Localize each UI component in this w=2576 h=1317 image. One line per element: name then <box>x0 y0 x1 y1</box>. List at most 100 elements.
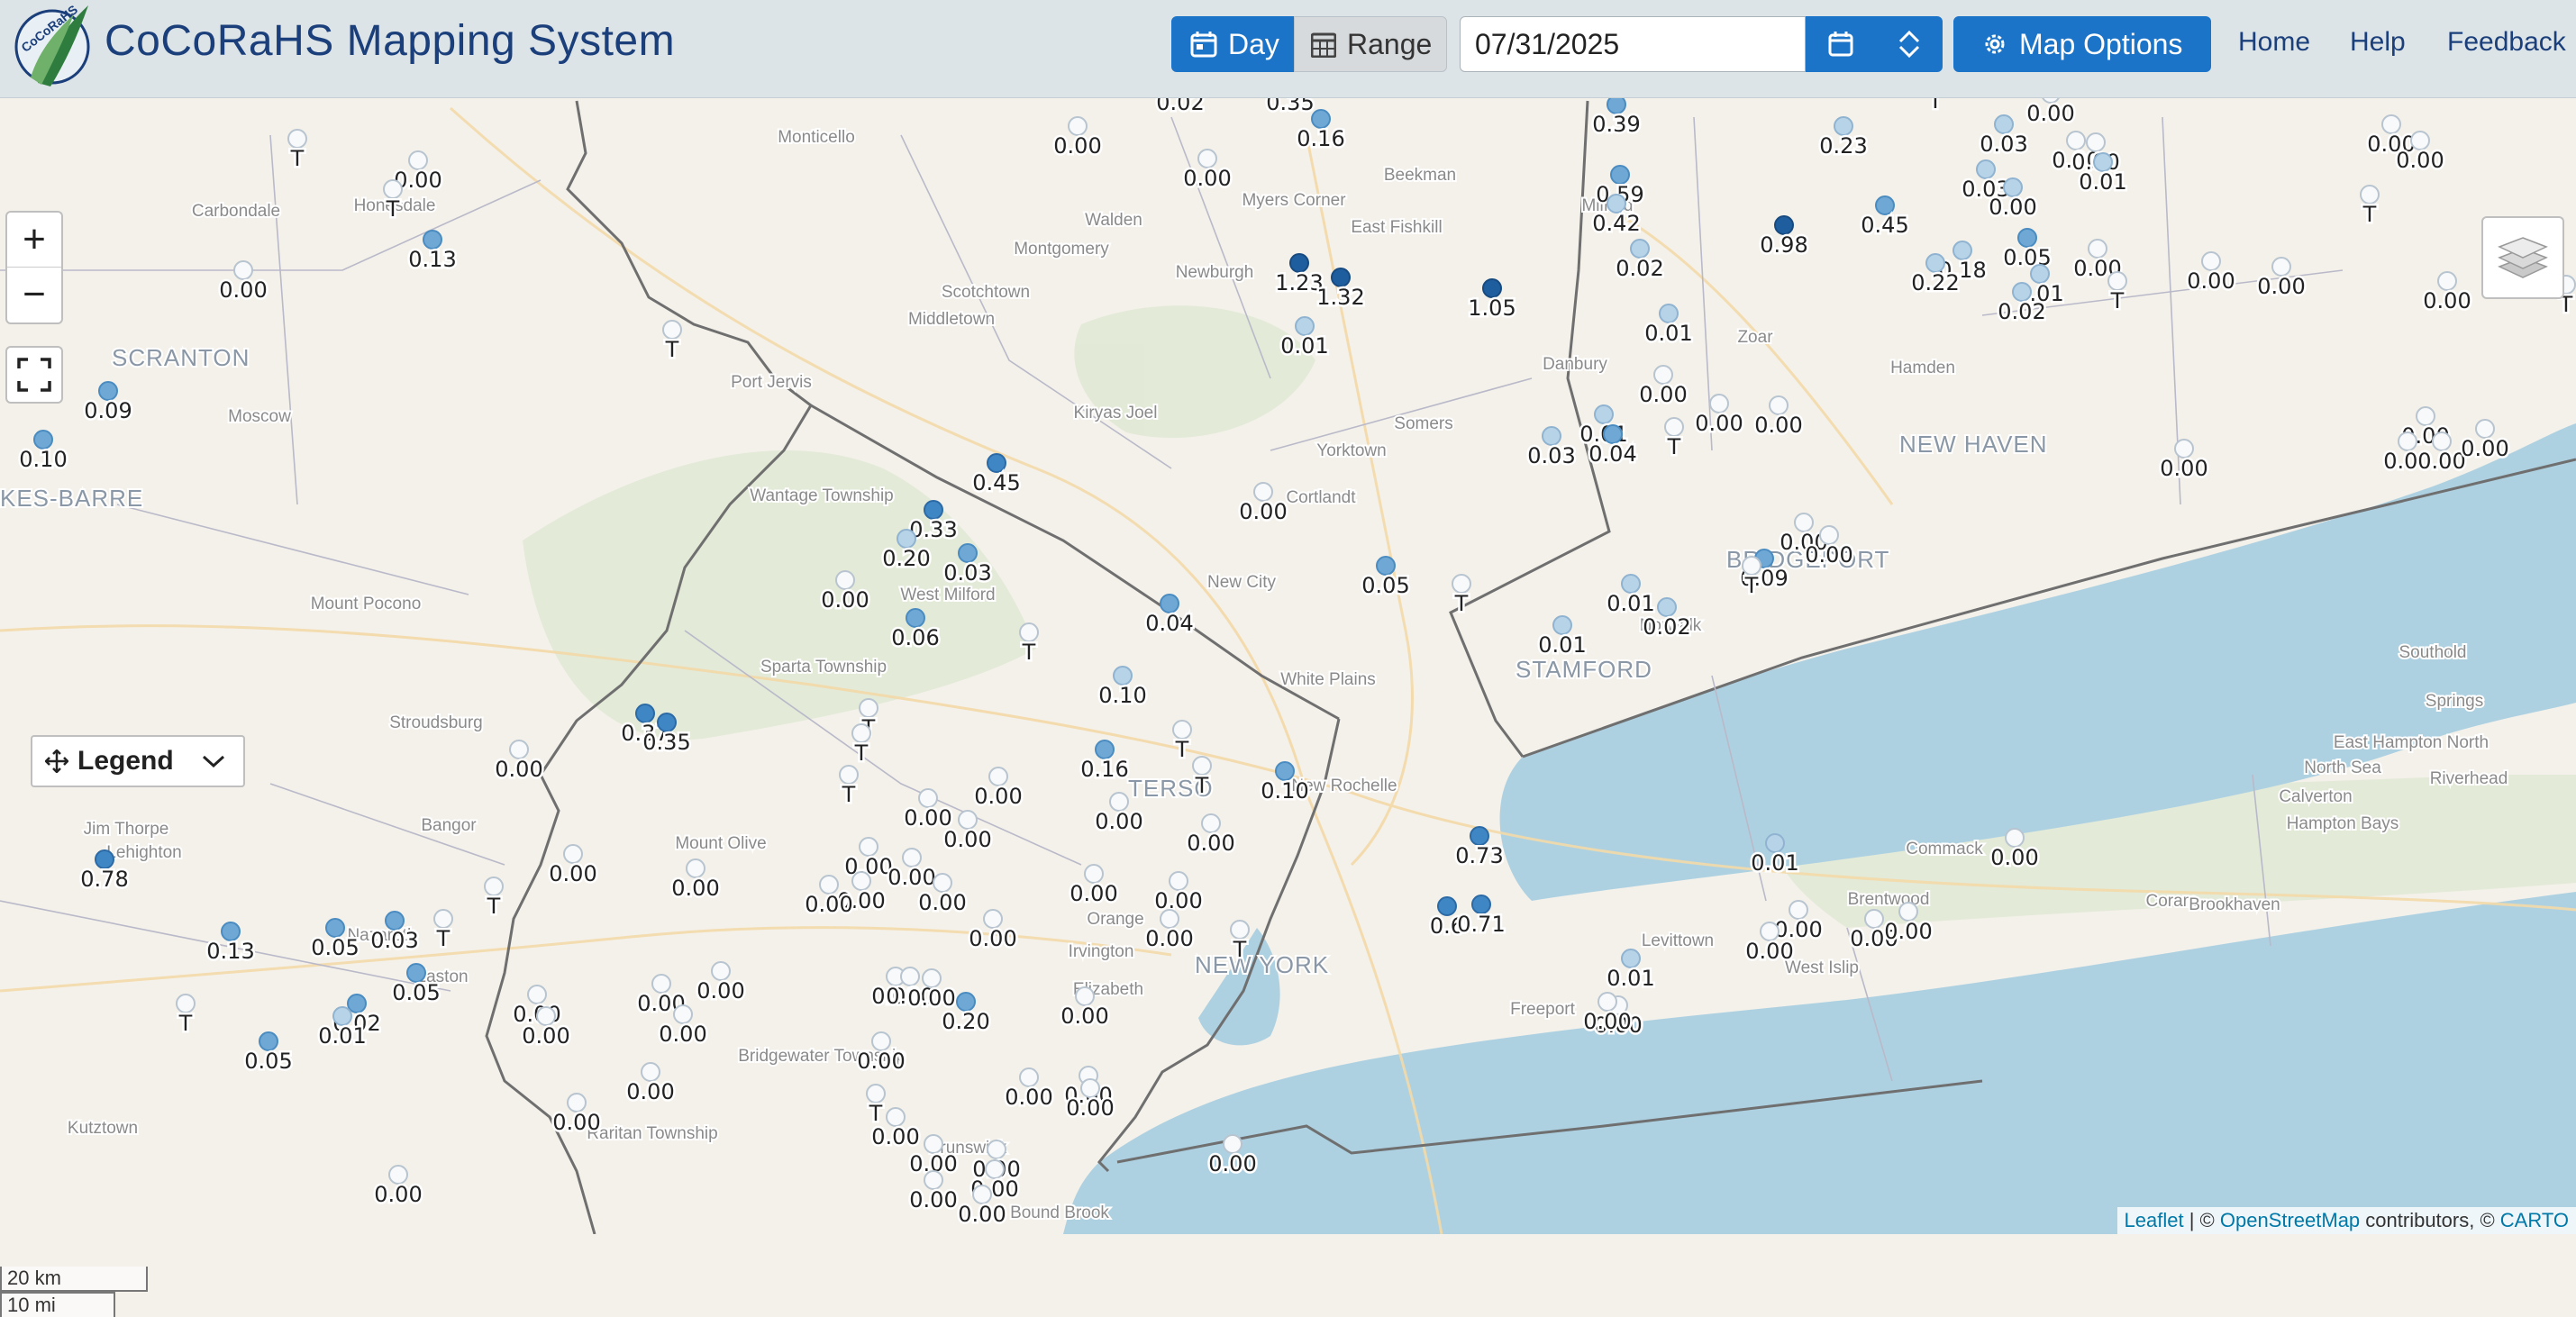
station-dot[interactable] <box>1603 424 1623 444</box>
station-dot[interactable] <box>886 1107 906 1127</box>
station-dot[interactable] <box>332 1006 352 1026</box>
station-dot[interactable] <box>1552 615 1572 635</box>
station-dot[interactable] <box>385 911 405 931</box>
station-dot[interactable] <box>1471 895 1491 914</box>
station-dot[interactable] <box>2086 132 2106 152</box>
station-dot[interactable] <box>1994 114 2014 134</box>
station-dot[interactable] <box>866 1084 886 1104</box>
station-dot[interactable] <box>1875 195 1895 215</box>
station-dot[interactable] <box>176 994 196 1013</box>
station-dot[interactable] <box>1019 1067 1039 1087</box>
station-dot[interactable] <box>900 967 920 986</box>
station-dot[interactable] <box>1275 761 1295 781</box>
station-dot[interactable] <box>408 150 428 170</box>
station-dot[interactable] <box>918 788 938 808</box>
station-dot[interactable] <box>1376 556 1396 576</box>
station-dot[interactable] <box>1192 756 1212 776</box>
station-dot[interactable] <box>1197 149 1217 168</box>
station-dot[interactable] <box>1709 394 1729 413</box>
station-dot[interactable] <box>922 968 942 988</box>
station-marker[interactable]: T <box>1192 756 1212 801</box>
leaflet-link[interactable]: Leaflet <box>2125 1209 2184 1231</box>
station-dot[interactable] <box>657 713 677 732</box>
station-dot[interactable] <box>1789 900 1808 920</box>
station-dot[interactable] <box>839 765 859 785</box>
carto-link[interactable]: CARTO <box>2500 1209 2569 1231</box>
station-dot[interactable] <box>259 1031 278 1051</box>
station-dot[interactable] <box>835 570 855 590</box>
station-marker[interactable]: T <box>2107 271 2127 316</box>
station-dot[interactable] <box>1223 1134 1242 1154</box>
station-dot[interactable] <box>1482 278 1502 298</box>
station-dot[interactable] <box>987 453 1006 473</box>
station-dot[interactable] <box>1769 395 1789 415</box>
station-marker[interactable]: T <box>1172 720 1192 765</box>
fullscreen-button[interactable] <box>5 346 63 404</box>
station-dot[interactable] <box>95 849 114 869</box>
station-dot[interactable] <box>2088 239 2107 259</box>
station-marker[interactable]: T <box>2360 185 2380 230</box>
station-dot[interactable] <box>33 430 53 450</box>
station-dot[interactable] <box>933 873 952 893</box>
station-dot[interactable] <box>673 1004 693 1024</box>
station-dot[interactable] <box>924 500 943 520</box>
station-dot[interactable] <box>2398 431 2417 451</box>
station-dot[interactable] <box>2437 271 2457 291</box>
station-dot[interactable] <box>2017 228 2037 248</box>
station-marker[interactable]: T <box>866 1084 886 1129</box>
station-dot[interactable] <box>924 1134 943 1154</box>
station-dot[interactable] <box>2201 251 2221 271</box>
cocorahs-logo[interactable]: CoCoRaHS <box>11 0 94 90</box>
station-dot[interactable] <box>2066 131 2086 150</box>
station-marker[interactable]: T <box>176 994 196 1039</box>
station-dot[interactable] <box>859 837 878 857</box>
move-icon[interactable] <box>45 749 68 773</box>
station-dot[interactable] <box>1976 159 1996 179</box>
station-dot[interactable] <box>1607 194 1626 213</box>
station-marker[interactable]: T <box>1019 622 1039 668</box>
station-dot[interactable] <box>1765 833 1785 853</box>
station-marker[interactable]: T <box>433 909 453 954</box>
station-dot[interactable] <box>972 1185 992 1204</box>
station-dot[interactable] <box>851 871 871 891</box>
station-dot[interactable] <box>563 844 583 864</box>
osm-link[interactable]: OpenStreetMap <box>2220 1209 2360 1231</box>
station-dot[interactable] <box>1311 109 1331 129</box>
station-dot[interactable] <box>1760 922 1780 941</box>
station-dot[interactable] <box>1742 556 1761 576</box>
station-dot[interactable] <box>527 985 547 1004</box>
station-dot[interactable] <box>383 179 403 199</box>
basemap[interactable]: SCRANTON NEW HAVEN BRIDGEPORT STAMFORD K… <box>0 97 2576 1234</box>
station-dot[interactable] <box>1084 864 1104 884</box>
station-dot[interactable] <box>1080 1078 1100 1098</box>
station-dot[interactable] <box>2271 257 2291 277</box>
station-dot[interactable] <box>1664 417 1684 437</box>
station-dot[interactable] <box>233 260 253 280</box>
station-dot[interactable] <box>958 810 978 830</box>
station-dot[interactable] <box>2174 439 2194 459</box>
station-dot[interactable] <box>1610 165 1630 185</box>
station-dot[interactable] <box>1774 215 1794 235</box>
station-marker[interactable]: T <box>851 723 871 768</box>
station-marker[interactable]: 0.00 <box>2025 97 2077 129</box>
station-dot[interactable] <box>1253 482 1273 502</box>
zoom-out-button[interactable]: − <box>7 267 61 322</box>
station-dot[interactable] <box>2410 131 2430 150</box>
station-dot[interactable] <box>641 1062 660 1082</box>
station-dot[interactable] <box>956 992 976 1012</box>
date-input[interactable] <box>1460 16 1806 72</box>
station-dot[interactable] <box>902 848 922 867</box>
station-dot[interactable] <box>1019 622 1039 642</box>
station-dot[interactable] <box>1925 253 1945 273</box>
station-dot[interactable] <box>2381 114 2401 134</box>
station-dot[interactable] <box>1597 992 1617 1012</box>
station-marker[interactable]: 0.35 <box>1264 97 1316 118</box>
station-dot[interactable] <box>987 1140 1006 1159</box>
station-dot[interactable] <box>1653 365 1673 385</box>
station-dot[interactable] <box>1437 896 1457 916</box>
station-dot[interactable] <box>2003 177 2023 197</box>
station-dot[interactable] <box>983 909 1003 929</box>
legend-toggle[interactable]: Legend <box>31 735 245 787</box>
station-dot[interactable] <box>1621 949 1641 968</box>
station-dot[interactable] <box>388 1165 408 1185</box>
